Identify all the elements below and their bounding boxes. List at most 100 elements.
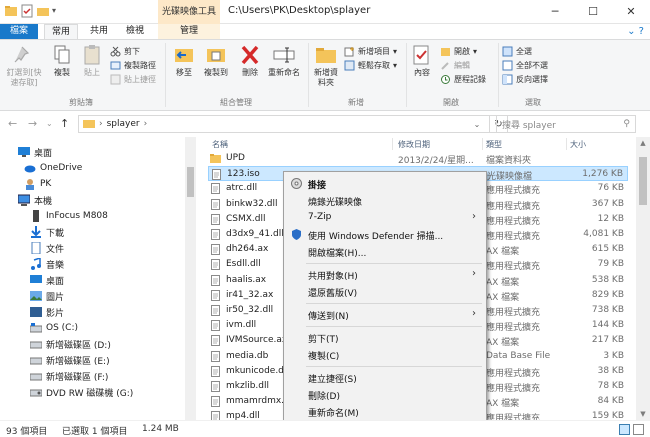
copy-to-icon [204,44,228,66]
address-bar[interactable]: › splayer › [78,115,490,133]
nav-item-drive-e[interactable]: 新增磁碟區 (E:) [29,353,110,367]
move-to-button[interactable]: 移至 [170,44,198,78]
open-icon [440,46,451,57]
menu-item-cut[interactable]: 剪下(T) [286,329,484,346]
table-row[interactable]: UPD 2013/2/24/星期... 檔案資料夾 [208,151,628,166]
nav-item-user[interactable]: PK [24,177,51,191]
nav-item-downloads[interactable]: 下載 [30,225,64,239]
column-header-type[interactable]: 類型 [486,139,502,150]
file-size: 538 KB [591,274,624,285]
menu-item-delete[interactable]: 刪除(D) [286,386,484,403]
nav-item-drive-c[interactable]: OS (C:) [29,321,78,335]
paste-button[interactable]: 貼上 [80,44,104,78]
file-size: 144 KB [591,320,624,331]
menu-item-defender[interactable]: 使用 Windows Defender 掃描... [286,226,484,243]
nav-item-pictures[interactable]: 圖片 [30,289,64,303]
file-size: 738 KB [591,305,624,315]
tab-view[interactable]: 檢視 [120,24,150,39]
file-list-scrollbar[interactable]: ▲ ▼ [636,137,650,420]
easy-access-button[interactable]: 輕鬆存取 ▾ [344,59,397,71]
file-type: 應用程式擴充 [486,186,541,197]
file-name: mkunicode.dll [226,365,289,376]
menu-item-7zip[interactable]: 7-Zip › [286,209,484,226]
menu-item-send-to[interactable]: 傳送到(N) › [286,306,484,323]
nav-item-desktop[interactable]: 桌面 [18,145,52,159]
select-none-button[interactable]: 全部不選 [502,59,548,71]
clipboard-icon [80,44,104,66]
item-count: 93 個項目 [6,427,48,437]
new-folder-button[interactable]: 新增資料夾 [312,44,340,88]
open-button[interactable]: 開啟 ▾ [440,45,477,57]
menu-item-rename[interactable]: 重新命名(M) [286,403,484,420]
nav-item-music[interactable]: 音樂 [30,256,64,271]
scroll-up-arrow-icon[interactable]: ▲ [636,139,650,147]
file-name: ir50_32.dll [226,305,274,315]
chevron-down-icon[interactable]: ▾ [52,4,60,18]
tab-home[interactable]: 常用 [44,24,78,39]
maximize-button[interactable]: ☐ [574,0,612,22]
file-icon [210,396,221,408]
menu-item-mount[interactable]: 掛接 [286,175,484,192]
menu-item-share-with[interactable]: 共用對象(H) › [286,266,484,283]
nav-item-this-pc[interactable]: 本機 [17,193,52,207]
file-size: 3 KB [603,350,624,361]
nav-item-dvd-drive[interactable]: DVD RW 磁碟機 (G:) [29,385,133,399]
file-name: atrc.dll [226,183,258,194]
properties-icon[interactable] [20,4,34,18]
nav-item-onedrive[interactable]: OneDrive [24,161,82,175]
search-input[interactable]: 搜尋 splayer [502,118,556,131]
minimize-button[interactable]: ─ [536,0,574,22]
new-folder-icon[interactable] [36,4,50,18]
paste-shortcut-button[interactable]: 貼上捷徑 [110,73,156,85]
address-dropdown-icon[interactable]: ⌄ [467,115,487,133]
edit-button[interactable]: 編輯 [440,59,470,71]
column-header-size[interactable]: 大小 [570,139,586,150]
new-item-button[interactable]: 新增項目 ▾ [344,45,397,57]
chevron-down-icon[interactable]: ⌄ [46,119,53,128]
pin-quick-access-button[interactable]: 釘選到[快速存取] [4,44,44,88]
menu-item-open-with[interactable]: 開啟檔案(H)... [286,243,484,260]
column-header-name[interactable]: 名稱 [212,139,228,150]
file-size: 12 KB [597,213,624,224]
tab-manage[interactable]: 管理 [158,24,220,39]
tab-file[interactable]: 檔案 [0,24,38,39]
navigation-scrollbar[interactable] [185,137,196,420]
forward-arrow-icon[interactable]: → [28,117,37,130]
details-view-icon[interactable] [619,424,630,435]
cut-button[interactable]: 剪下 [110,45,140,57]
close-button[interactable]: ✕ [612,0,650,22]
invert-selection-button[interactable]: 反向選擇 [502,73,548,85]
menu-item-restore[interactable]: 還原舊版(V) [286,283,484,300]
nav-item-videos[interactable]: 影片 [30,305,64,319]
file-icon [210,244,221,256]
properties-button[interactable]: 內容 [410,44,434,78]
scroll-down-arrow-icon[interactable]: ▼ [636,410,650,418]
nav-item-infocus[interactable]: InFocus M808 [30,209,108,223]
nav-item-drive-f[interactable]: 新增磁碟區 (F:) [29,369,108,383]
file-type: 應用程式擴充 [486,201,541,212]
copy-to-button[interactable]: 複製到 [200,44,232,78]
nav-item-desktop-2[interactable]: 桌面 [30,273,64,287]
back-arrow-icon[interactable]: ← [8,117,17,130]
search-box[interactable]: 搜尋 splayer ⚲ [496,115,636,133]
disc-icon [291,178,302,189]
file-name: 123.iso [227,169,260,180]
menu-item-burn[interactable]: 燒錄光碟映像 [286,192,484,209]
tab-share[interactable]: 共用 [84,24,114,39]
file-type: 應用程式擴充 [486,262,541,273]
copy-path-button[interactable]: 複製路徑 [110,59,156,71]
help-icon[interactable]: ⌄ ? [627,24,644,39]
rename-button[interactable]: 重新命名 [266,44,302,78]
select-all-button[interactable]: 全選 [502,45,532,57]
menu-item-copy[interactable]: 複製(C) [286,346,484,363]
column-header-date[interactable]: 修改日期 [398,139,430,150]
nav-item-documents[interactable]: 文件 [30,241,64,255]
copy-button[interactable]: 複製 [50,44,74,78]
nav-item-drive-d[interactable]: 新增磁碟區 (D:) [29,337,111,351]
menu-item-create-shortcut[interactable]: 建立捷徑(S) [286,369,484,386]
delete-button[interactable]: 刪除 [238,44,262,78]
large-icons-view-icon[interactable] [633,424,644,435]
explorer-icon[interactable] [4,4,18,18]
up-arrow-icon[interactable]: ↑ [60,117,69,130]
history-button[interactable]: 歷程記錄 [440,73,486,85]
